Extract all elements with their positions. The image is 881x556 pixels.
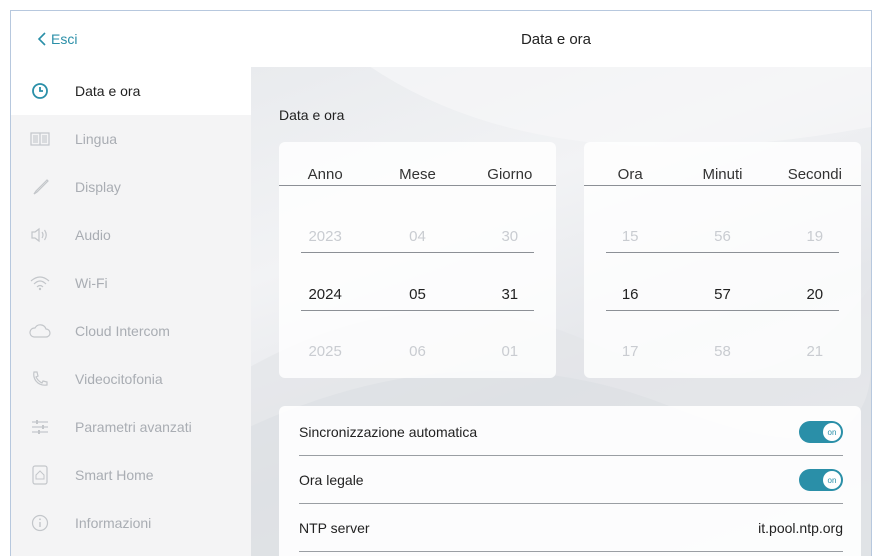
cloud-icon xyxy=(29,320,51,342)
section-title: Data e ora xyxy=(279,107,345,123)
sidebar-item-display[interactable]: Display xyxy=(11,163,251,211)
year-prev[interactable]: 2023 xyxy=(279,228,371,245)
dst-toggle[interactable]: on xyxy=(799,469,843,491)
time-row-prev[interactable]: 15 56 19 xyxy=(584,207,861,265)
wifi-icon xyxy=(29,272,51,294)
day-selected[interactable]: 31 xyxy=(464,286,556,303)
month-header: Mese xyxy=(399,165,436,183)
header-divider xyxy=(584,185,861,186)
minute-prev[interactable]: 56 xyxy=(676,228,768,245)
clock-icon xyxy=(29,80,51,102)
app-window: Esci Data e ora Data e ora Lingua Displa… xyxy=(10,10,872,556)
selection-line-bottom xyxy=(301,310,534,311)
time-row-next[interactable]: 17 58 21 xyxy=(584,322,861,380)
minute-next[interactable]: 58 xyxy=(676,343,768,360)
row-divider xyxy=(299,551,843,552)
minute-header: Minuti xyxy=(702,165,743,183)
auto-sync-row[interactable]: Sincronizzazione automatica on xyxy=(299,408,843,456)
sliders-icon xyxy=(29,416,51,438)
dst-label: Ora legale xyxy=(299,472,364,488)
day-header: Giorno xyxy=(487,165,533,183)
second-next[interactable]: 21 xyxy=(769,343,861,360)
sidebar-item-language[interactable]: Lingua xyxy=(11,115,251,163)
minute-selected[interactable]: 57 xyxy=(676,286,768,303)
hour-selected[interactable]: 16 xyxy=(584,286,676,303)
second-header: Secondi xyxy=(787,165,842,183)
date-row-next[interactable]: 2025 06 01 xyxy=(279,322,556,380)
sidebar-item-date-time[interactable]: Data e ora xyxy=(11,67,251,115)
month-prev[interactable]: 04 xyxy=(371,228,463,245)
ntp-value[interactable]: it.pool.ntp.org xyxy=(758,520,843,536)
time-picker[interactable]: Ora Minuti Secondi 15 56 19 16 57 20 17 … xyxy=(584,142,861,378)
year-next[interactable]: 2025 xyxy=(279,343,371,360)
sidebar-item-videocitofonia[interactable]: Videocitofonia xyxy=(11,355,251,403)
hour-next[interactable]: 17 xyxy=(584,343,676,360)
dst-row[interactable]: Ora legale on xyxy=(299,456,843,504)
selection-line-bottom xyxy=(606,310,839,311)
sidebar-item-cloud-intercom[interactable]: Cloud Intercom xyxy=(11,307,251,355)
auto-sync-label: Sincronizzazione automatica xyxy=(299,424,478,440)
time-picker-header: Ora Minuti Secondi xyxy=(584,142,861,206)
ntp-label: NTP server xyxy=(299,520,370,536)
selection-line-top xyxy=(606,252,839,253)
hour-prev[interactable]: 15 xyxy=(584,228,676,245)
sidebar-item-smart-home[interactable]: Smart Home xyxy=(11,451,251,499)
date-row-prev[interactable]: 2023 04 30 xyxy=(279,207,556,265)
time-row-selected[interactable]: 16 57 20 xyxy=(584,265,861,323)
sidebar-item-label: Audio xyxy=(75,227,111,243)
toggle-knob: on xyxy=(823,471,841,489)
content-area: Data e ora Anno Mese Giorno 2023 04 30 2… xyxy=(251,67,871,556)
date-picker-header: Anno Mese Giorno xyxy=(279,142,556,206)
book-icon xyxy=(29,128,51,150)
sidebar-item-label: Informazioni xyxy=(75,515,152,531)
page-title: Data e ora xyxy=(520,31,592,48)
sidebar-item-label: Videocitofonia xyxy=(75,371,163,387)
month-next[interactable]: 06 xyxy=(371,343,463,360)
ntp-row[interactable]: NTP server it.pool.ntp.org xyxy=(299,504,843,552)
toggle-knob: on xyxy=(823,423,841,441)
sidebar-item-label: Display xyxy=(75,179,121,195)
header-divider xyxy=(279,185,556,186)
day-next[interactable]: 01 xyxy=(464,343,556,360)
sidebar-item-label: Cloud Intercom xyxy=(75,323,170,339)
date-picker[interactable]: Anno Mese Giorno 2023 04 30 2024 05 31 2… xyxy=(279,142,556,378)
date-row-selected[interactable]: 2024 05 31 xyxy=(279,265,556,323)
year-header: Anno xyxy=(307,165,343,183)
sidebar-item-wifi[interactable]: Wi-Fi xyxy=(11,259,251,307)
top-bar: Esci Data e ora xyxy=(11,11,871,67)
sidebar-item-label: Data e ora xyxy=(75,83,141,99)
sidebar-item-label: Parametri avanzati xyxy=(75,419,192,435)
month-selected[interactable]: 05 xyxy=(371,286,463,303)
selection-line-top xyxy=(301,252,534,253)
year-selected[interactable]: 2024 xyxy=(279,286,371,303)
sidebar-item-info[interactable]: Informazioni xyxy=(11,499,251,547)
sidebar-item-advanced[interactable]: Parametri avanzati xyxy=(11,403,251,451)
info-icon xyxy=(29,512,51,534)
day-prev[interactable]: 30 xyxy=(464,228,556,245)
hour-header: Ora xyxy=(617,165,643,183)
speaker-icon xyxy=(29,224,51,246)
brush-icon xyxy=(29,176,51,198)
second-prev[interactable]: 19 xyxy=(769,228,861,245)
auto-sync-toggle[interactable]: on xyxy=(799,421,843,443)
sidebar-item-audio[interactable]: Audio xyxy=(11,211,251,259)
sidebar-item-label: Smart Home xyxy=(75,467,154,483)
sidebar-item-label: Lingua xyxy=(75,131,118,147)
second-selected[interactable]: 20 xyxy=(769,286,861,303)
home-icon xyxy=(29,464,51,486)
phone-icon xyxy=(29,368,51,390)
settings-card: Sincronizzazione automatica on Ora legal… xyxy=(279,406,861,556)
sidebar: Data e ora Lingua Display Audio Wi-Fi Cl… xyxy=(11,67,251,556)
sidebar-item-label: Wi-Fi xyxy=(75,275,108,291)
